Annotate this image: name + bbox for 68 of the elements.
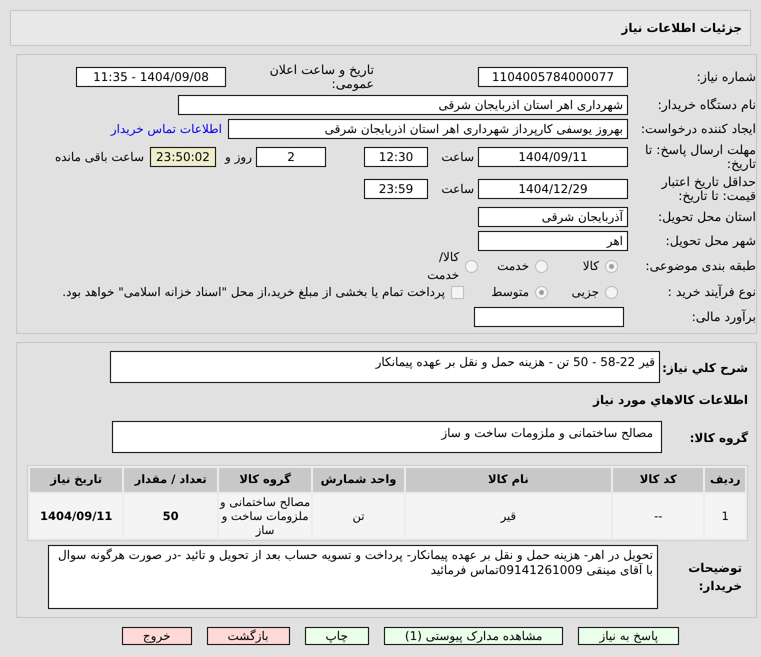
field-label: ایجاد کننده درخواست: [640, 122, 756, 136]
time-label: ساعت [440, 149, 475, 166]
column-header: گروه کالا [218, 468, 312, 492]
validity-date-field[interactable]: 1404/12/29 [478, 179, 628, 199]
action-button[interactable]: بازگشت [206, 627, 290, 645]
table-cell: 1 [705, 494, 745, 538]
time-label: ساعت [440, 181, 475, 198]
creator-field[interactable]: بهروز یوسفی کارپرداز شهرداری اهر استان اذربایجان شرقی [228, 119, 628, 139]
table-cell: 50 [124, 494, 217, 538]
description-field[interactable]: قیر 22-58 - 50 تن - هزینه حمل و نقل بر عهده پیمانکار [110, 351, 660, 383]
field-label: نام دستگاه خریدار: [656, 98, 756, 112]
table-cell: مصالح ساختمانی و ملزومات ساخت و ساز [218, 494, 312, 538]
days-field[interactable]: 2 [256, 147, 326, 167]
radio-button[interactable] [535, 260, 548, 272]
table-cell: قیر [406, 494, 612, 538]
column-header: واحد شمارش [313, 468, 404, 492]
column-header: کد کالا [613, 468, 704, 492]
deadline-date-field[interactable]: 1404/09/11 [478, 147, 628, 167]
table-cell: -- [613, 494, 704, 538]
city-field[interactable]: اهر [478, 231, 628, 251]
radio-label: متوسط [491, 284, 529, 301]
page-title: جزئیات اطلاعات نیاز [621, 20, 742, 37]
notes-field[interactable]: تحویل در اهر- هزینه حمل و نقل بر عهده پیمانکار- پرداخت و تسویه حساب بعد از تحویل و تائید -در صورت هرگونه سوال با آقای مینقی 09141261009تماس فرمائید [48, 545, 658, 609]
field-label: شهر محل تحویل: [664, 234, 756, 248]
goods-group-field[interactable]: مصالح ساختمانی و ملزومات ساخت و ساز [112, 421, 662, 453]
radio-button[interactable] [605, 260, 618, 272]
description-label: شرح کلي نیاز: [661, 360, 748, 377]
action-button[interactable]: چاپ [304, 627, 369, 645]
column-header: تاریخ نیاز [30, 468, 122, 492]
radio-button[interactable] [605, 286, 618, 298]
column-header: تعداد / مقدار [124, 468, 217, 492]
field-label: برآورد مالی: [690, 310, 756, 324]
field-label: شماره نیاز: [696, 70, 756, 84]
field-label: تاریخ و ساعت اعلان عمومی: [268, 63, 374, 91]
table-cell: 1404/09/11 [30, 494, 122, 538]
radio-button[interactable] [535, 286, 548, 298]
deadline-time-field[interactable]: 12:30 [364, 147, 428, 167]
column-header: نام کالا [406, 468, 612, 492]
radio-label: کالا/خدمت [426, 249, 460, 284]
field-label: مهلت ارسال پاسخ: تا تاریخ: [644, 143, 756, 171]
radio-label: کالا [582, 258, 599, 275]
radio-button[interactable] [465, 260, 478, 272]
table-cell: تن [313, 494, 404, 538]
days-label: روز و [224, 149, 253, 166]
buyer-field[interactable]: شهرداری اهر استان اذربایجان شرقی [178, 95, 628, 115]
remaining-label: ساعت باقی مانده [54, 149, 145, 166]
remaining-time-field[interactable]: 23:50:02 [150, 147, 216, 167]
field-label: حداقل تاریخ اعتبار قیمت: تا تاریخ: [660, 175, 756, 203]
need-number-field[interactable]: 1104005784000077 [478, 67, 628, 87]
payment-label: پرداخت تمام یا بخشی از مبلغ خرید،از محل "اسناد خزانه اسلامی" خواهد بود. [62, 284, 445, 301]
radio-label: خدمت [497, 258, 529, 275]
notes-label: توضیحات خریدار: [687, 560, 743, 595]
column-header: ردیف [705, 468, 745, 492]
action-button[interactable]: خروج [122, 627, 192, 645]
announce-date-field[interactable]: 1404/09/08 - 11:35 [76, 67, 226, 87]
goods-heading: اطلاعات کالاهاي مورد نياز [592, 392, 748, 409]
field-label: نوع فرآیند خرید : [666, 285, 756, 299]
validity-time-field[interactable]: 23:59 [364, 179, 428, 199]
goods-group-label: گروه کالا: [688, 430, 748, 447]
estimate-field[interactable] [474, 307, 624, 327]
radio-label: جزیی [572, 284, 599, 301]
field-label: استان محل تحویل: [656, 210, 756, 224]
action-button[interactable]: پاسخ به نیاز [578, 627, 680, 645]
action-button[interactable]: مشاهده مدارک پیوستی (1) [384, 627, 564, 645]
province-field[interactable]: آذربایجان شرقی [478, 207, 628, 227]
buyer-contact-link[interactable]: اطلاعات تماس خریدار [110, 120, 222, 138]
payment-checkbox[interactable] [451, 286, 464, 298]
field-label: طبقه بندی موضوعی: [644, 259, 756, 273]
